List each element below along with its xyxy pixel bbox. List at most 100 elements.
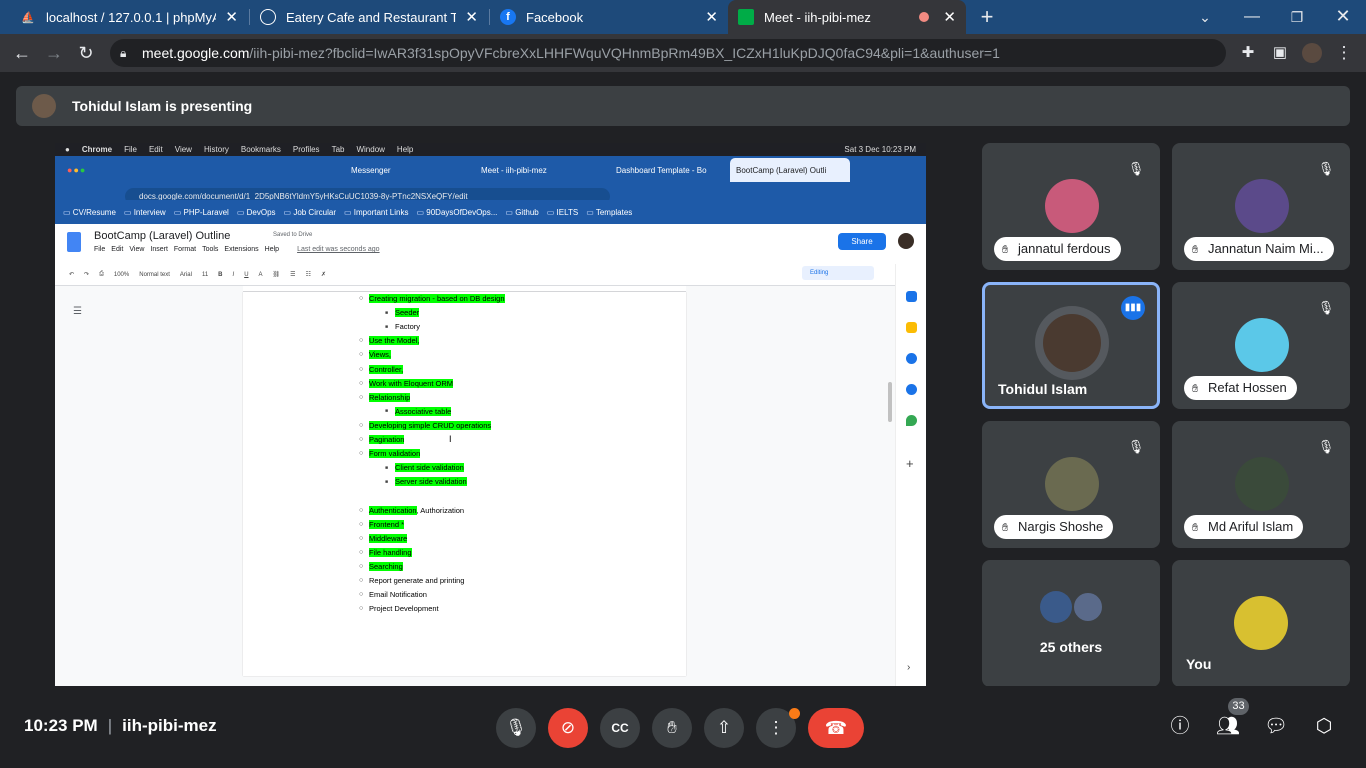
bookmark-item[interactable]: Job Circular [284,208,336,217]
extensions-icon[interactable]: ✚ [1236,42,1260,64]
reload-icon[interactable]: ↻ [74,42,98,64]
close-icon[interactable]: ✕ [705,8,718,26]
italic-icon[interactable]: I [233,272,235,278]
bookmark-item[interactable]: Important Links [344,208,409,217]
bookmark-item[interactable]: Templates [586,208,632,217]
bookmark-item[interactable]: Interview [124,208,166,217]
participant-avatar [1235,179,1289,233]
participant-tile[interactable]: 🎙︎ ✋︎ Refat Hossen [1172,282,1350,409]
tab-eatery-cafe[interactable]: Eatery Cafe and Restaurant Temp ✕ [250,0,488,34]
text-color-icon[interactable]: A [259,272,263,278]
close-icon[interactable]: ✕ [465,8,478,26]
maps-icon[interactable] [906,415,917,426]
redo-icon[interactable]: ↷ [84,271,89,278]
bookmark-item[interactable]: Github [505,208,539,217]
bold-icon[interactable]: B [218,272,222,278]
doc-menu-item[interactable]: Extensions [224,246,258,253]
apple-icon: ● [65,145,70,154]
back-icon[interactable]: ← [10,42,34,64]
doc-menu-item[interactable]: Tools [202,246,218,253]
font-select[interactable]: Arial [180,272,192,278]
participant-tile[interactable]: 🎙︎ ✋︎ Md Ariful Islam [1172,421,1350,548]
bookmarks-bar: CV/Resume Interview PHP-Laravel DevOps J… [55,200,926,224]
restore-icon[interactable]: ❐ [1285,6,1309,28]
scrollbar[interactable] [888,382,892,422]
doc-menu-item[interactable]: Format [174,246,196,253]
tab-phpmyadmin[interactable]: ⛵ localhost / 127.0.0.1 | phpMyAdm ✕ [10,0,248,34]
profile-avatar-icon[interactable] [1300,42,1324,64]
window-close-icon[interactable]: ✕ [1331,5,1355,27]
tab-meet[interactable]: Meet - iih-pibi-mez ✕ [728,0,966,34]
bullet-icon: ■ [385,408,389,415]
bookmark-item[interactable]: 90DaysOfDevOps... [416,208,497,217]
raise-hand-button[interactable]: ✋︎ [652,708,692,748]
zoom-select[interactable]: 100% [114,272,129,278]
keep-icon[interactable] [906,322,917,333]
participant-tile[interactable]: 🎙︎ ✋︎ Nargis Shoshe [982,421,1160,548]
menu-kebab-icon[interactable]: ⋮ [1332,42,1356,64]
doc-user-avatar[interactable] [898,233,914,249]
bulleted-list-icon[interactable]: ☷ [306,271,311,278]
doc-line: ○ Form validation [359,449,421,459]
style-select[interactable]: Normal text [139,272,170,278]
doc-menu-item[interactable]: Edit [111,246,123,253]
camera-off-button[interactable]: ⊘ [548,708,588,748]
people-icon[interactable]: 👥︎ [1215,714,1241,740]
close-icon[interactable]: ✕ [943,8,956,26]
people-count-badge: 33 [1228,698,1249,715]
doc-title[interactable]: BootCamp (Laravel) Outline [94,230,230,242]
participant-tile-speaking[interactable]: ▮▮▮ Tohidul Islam [982,282,1160,409]
bookmark-item[interactable]: PHP-Laravel [174,208,228,217]
bookmark-item[interactable]: IELTS [547,208,579,217]
present-button[interactable]: ⇧ [704,708,744,748]
last-edit-link[interactable]: Last edit was seconds ago [297,246,380,253]
doc-menu-item[interactable]: Insert [150,246,168,253]
bookmark-item[interactable]: DevOps [237,208,276,217]
add-icon[interactable]: + [906,456,914,471]
chat-icon[interactable]: 💬︎ [1263,714,1289,740]
inner-tab-meet[interactable]: Meet - iih-pibi-mez [475,158,595,182]
doc-menu-item[interactable]: Help [265,246,279,253]
document-page[interactable]: ○ Creating migration - based on DB design… [243,292,686,676]
tab-facebook[interactable]: f Facebook ✕ [490,0,728,34]
inner-tab-dashboard[interactable]: Dashboard Template - Bo [610,158,730,182]
doc-menu-item[interactable]: File [94,246,105,253]
others-tile[interactable]: 25 others [982,560,1160,687]
end-call-button[interactable]: ☎︎ [808,708,864,748]
contacts-icon[interactable] [906,384,917,395]
bookmark-item[interactable]: CV/Resume [63,208,116,217]
tasks-icon[interactable] [906,353,917,364]
font-size-field[interactable]: 11 [202,272,208,278]
docs-logo-icon [67,232,81,252]
inner-tab-bootcamp[interactable]: BootCamp (Laravel) Outli [730,158,850,182]
align-left-icon[interactable]: ☰ [290,271,295,278]
new-tab-icon[interactable]: + [975,6,999,28]
inner-tab-messenger[interactable]: Messenger [345,158,465,182]
participant-tile[interactable]: 🎙︎ ✋︎ Jannatun Naim Mi... [1172,143,1350,270]
forward-icon[interactable]: → [42,42,66,64]
tab-search-icon[interactable]: ⌄ [1193,6,1217,28]
underline-icon[interactable]: U [244,272,248,278]
mic-button[interactable]: 🎙︎ [496,708,536,748]
activities-icon[interactable]: ⬡ [1311,714,1337,740]
captions-button[interactable]: CC [600,708,640,748]
link-icon[interactable]: ⛓ [273,271,281,278]
participant-tile[interactable]: 🎙︎ ✋︎ jannatul ferdous [982,143,1160,270]
undo-icon[interactable]: ↶ [69,271,74,278]
self-tile[interactable]: You [1172,560,1350,687]
meeting-info-icon[interactable]: ⓘ [1167,714,1193,740]
others-count: 25 others [1039,639,1103,655]
address-bar[interactable]: 🔒︎ meet.google.com/iih-pibi-mez?fbclid=I… [110,39,1226,67]
close-icon[interactable]: ✕ [225,8,238,26]
minimize-icon[interactable]: — [1240,6,1264,28]
side-panel-icon[interactable]: ▣ [1268,42,1292,64]
doc-line: ○ Pagination [359,435,405,444]
editing-mode-select[interactable]: Editing [802,266,874,280]
print-icon[interactable]: ⎙ [99,271,104,278]
share-button[interactable]: Share [838,233,886,250]
doc-menu-item[interactable]: View [129,246,144,253]
calendar-icon[interactable] [906,291,917,302]
outline-icon[interactable]: ☰ [73,306,82,317]
expand-icon[interactable]: › [907,662,910,673]
clear-format-icon[interactable]: ✗ [321,271,326,278]
